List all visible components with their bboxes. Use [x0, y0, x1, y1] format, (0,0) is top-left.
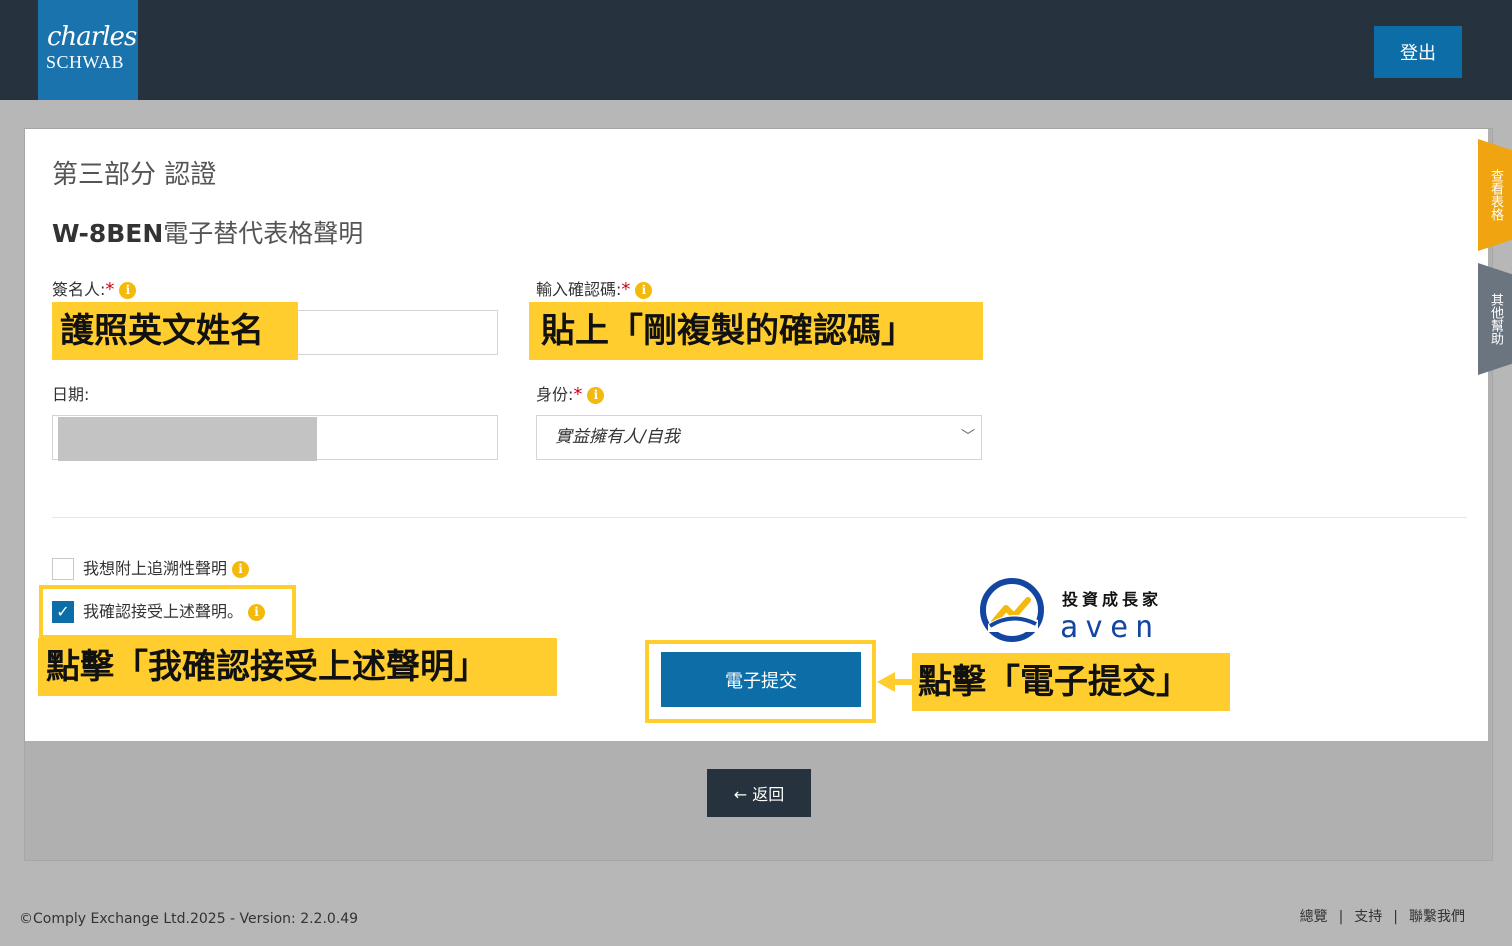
date-input[interactable] — [52, 415, 498, 461]
info-icon[interactable]: i — [119, 282, 137, 299]
required-mark: * — [573, 384, 583, 405]
info-icon[interactable]: i — [635, 282, 653, 299]
confirm-code-label-text: 輸入確認碼: — [536, 280, 622, 299]
retro-statement-label-text: 我想附上追溯性聲明 — [83, 559, 228, 578]
arrow-left-icon: ← — [733, 785, 748, 804]
signer-label-text: 簽名人: — [52, 280, 106, 299]
watermark-brand: aven — [1060, 610, 1161, 645]
required-mark: * — [621, 279, 631, 300]
required-mark: * — [105, 279, 115, 300]
date-label: 日期: — [52, 385, 90, 404]
identity-label-text: 身份: — [536, 385, 574, 404]
accept-statement-label: 我確認接受上述聲明。 i — [83, 601, 266, 623]
section-title: 第三部分 認證 — [52, 160, 217, 190]
separator: | — [1393, 909, 1398, 925]
accept-statement-checkbox[interactable]: ✓ — [52, 601, 74, 623]
identity-label: 身份:* i — [536, 384, 605, 405]
retro-statement-label: 我想附上追溯性聲明 i — [83, 558, 250, 580]
annotation-submit: 點擊「電子提交」 — [912, 653, 1230, 711]
logout-button[interactable]: 登出 — [1374, 26, 1462, 78]
copyright-text: ©Comply Exchange Ltd.2025 - Version: 2.2… — [19, 911, 359, 927]
identity-select[interactable]: 實益擁有人/自我 ﹀ — [536, 415, 982, 460]
chevron-down-icon: ﹀ — [961, 429, 975, 445]
form-title-code: W-8BEN — [52, 219, 164, 248]
form-title-text: 電子替代表格聲明 — [163, 219, 364, 248]
annotation-signer: 護照英文姓名 — [52, 302, 298, 360]
app-header: charles SCHWAB 登出 — [0, 0, 1512, 100]
footer-link-overview[interactable]: 總覽 — [1300, 909, 1328, 925]
info-icon[interactable]: i — [587, 387, 605, 404]
check-icon: ✓ — [56, 602, 70, 621]
logo-line2: SCHWAB — [46, 52, 125, 72]
footer-links: 總覽 | 支持 | 聯繫我們 — [1300, 907, 1465, 927]
annotation-accept: 點擊「我確認接受上述聲明」 — [38, 638, 557, 696]
watermark-title: 投資成長家 — [1062, 590, 1163, 609]
divider — [52, 517, 1467, 518]
redacted-date — [58, 417, 317, 461]
e-submit-button[interactable]: 電子提交 — [661, 652, 861, 707]
back-button-label: 返回 — [752, 785, 785, 804]
footer-link-contact[interactable]: 聯繫我們 — [1409, 909, 1465, 925]
charles-schwab-logo[interactable]: charles SCHWAB — [38, 0, 138, 100]
form-title: W-8BEN電子替代表格聲明 — [52, 218, 363, 250]
retro-statement-checkbox[interactable] — [52, 558, 74, 580]
signer-label: 簽名人:* i — [52, 279, 137, 300]
info-icon[interactable]: i — [248, 604, 266, 621]
view-form-tab[interactable]: 查看表格 — [1478, 139, 1512, 251]
accept-statement-label-text: 我確認接受上述聲明。 — [83, 602, 244, 621]
info-icon[interactable]: i — [232, 561, 250, 578]
footer-link-support[interactable]: 支持 — [1354, 909, 1382, 925]
aven-logo-icon — [980, 578, 1044, 642]
separator: | — [1338, 909, 1344, 925]
logo-line1: charles — [47, 22, 137, 52]
other-help-tab[interactable]: 其他幫助 — [1478, 263, 1512, 375]
annotation-confirm-code: 貼上「剛複製的確認碼」 — [529, 302, 983, 360]
confirm-code-label: 輸入確認碼:* i — [536, 279, 653, 300]
aven-watermark: 投資成長家 aven — [980, 578, 1180, 646]
back-button[interactable]: ← 返回 — [707, 769, 811, 817]
identity-select-value: 實益擁有人/自我 — [555, 427, 680, 447]
